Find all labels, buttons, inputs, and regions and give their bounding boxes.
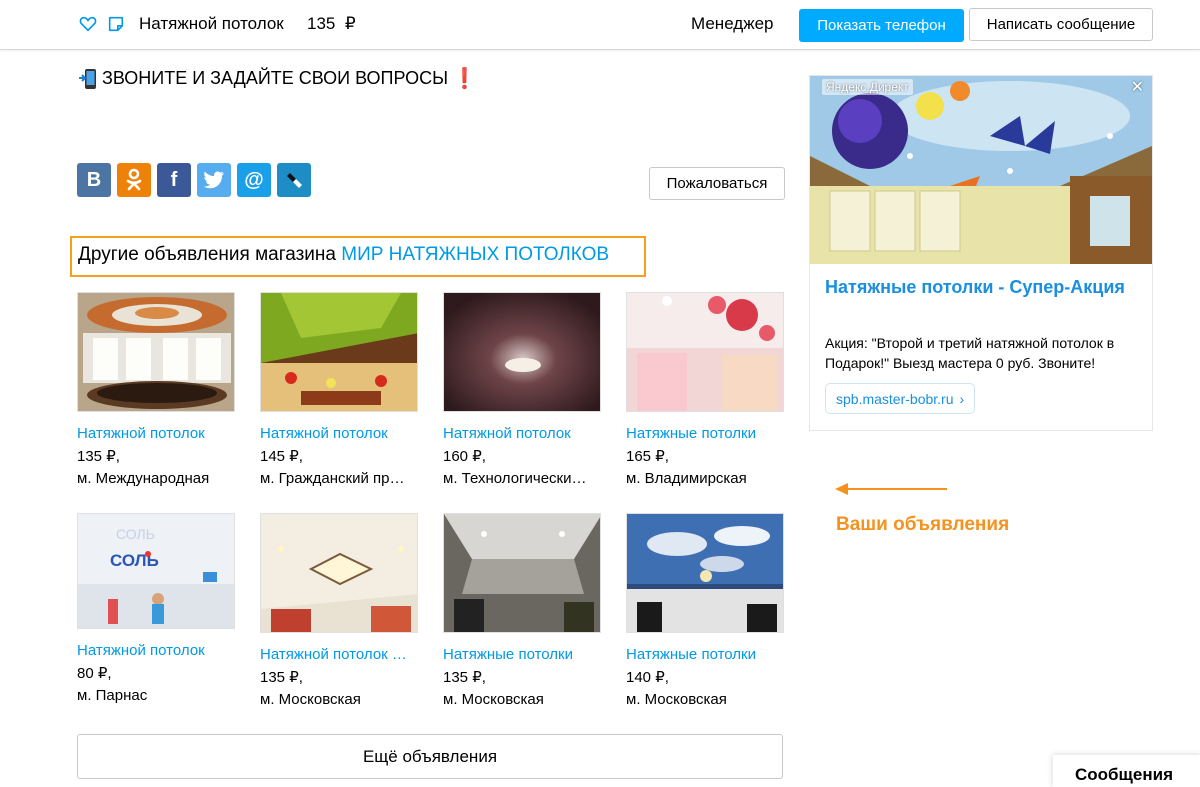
- exclamation-icon: ❗: [452, 68, 477, 90]
- listing-title-link[interactable]: Натяжной потолок …: [260, 646, 420, 663]
- more-listings-button[interactable]: Ещё объявления: [77, 734, 783, 779]
- listing-price: 160 ₽,: [443, 448, 486, 465]
- listing-title-link[interactable]: Натяжной потолок: [260, 425, 420, 442]
- price-value: 135: [307, 14, 336, 33]
- write-message-button[interactable]: Написать сообщение: [969, 8, 1153, 41]
- listing-price: 165 ₽,: [626, 448, 669, 465]
- listing-title: Натяжной потолок: [139, 14, 284, 33]
- complain-button[interactable]: Пожаловаться: [649, 167, 785, 200]
- listing-photo[interactable]: [77, 292, 235, 412]
- listing-card[interactable]: Натяжной потолок 145 ₽, м. Гражданский п…: [260, 292, 420, 487]
- price-currency: ₽: [344, 14, 356, 33]
- listing-photo[interactable]: [443, 513, 601, 633]
- heading-prefix: Другие объявления магазина: [78, 244, 336, 265]
- svg-text:СОЛЬ: СОЛЬ: [116, 526, 155, 542]
- listing-photo[interactable]: СОЛЬ СОЛЬ: [77, 513, 235, 629]
- listing-photo[interactable]: [260, 292, 418, 412]
- shop-link[interactable]: МИР НАТЯЖНЫХ ПОТОЛКОВ: [341, 244, 609, 265]
- svg-text:СОЛЬ: СОЛЬ: [110, 551, 159, 570]
- listing-photo[interactable]: [626, 513, 784, 633]
- listing-card[interactable]: Натяжные потолки 135 ₽, м. Московская: [443, 513, 603, 708]
- listing-title-link[interactable]: Натяжные потолки: [626, 425, 786, 442]
- listing-card[interactable]: Натяжные потолки 140 ₽, м. Московская: [626, 513, 786, 708]
- listing-metro: м. Технологически…: [443, 470, 587, 487]
- listing-metro: м. Международная: [77, 470, 210, 487]
- ad-text: Акция: "Второй и третий натяжной потолок…: [825, 335, 1115, 371]
- ad-domain-text: spb.master-bobr.ru: [836, 390, 954, 407]
- note-icon[interactable]: [107, 15, 125, 33]
- listing-price: 80 ₽,: [77, 665, 112, 682]
- listing-card[interactable]: Натяжной потолок 135 ₽, м. Международная: [77, 292, 237, 487]
- listing-card[interactable]: СОЛЬ СОЛЬ Натяжной потолок 80 ₽, м. Парн…: [77, 513, 237, 704]
- messages-tab[interactable]: Сообщения: [1053, 755, 1200, 787]
- ad-image[interactable]: Яндекс.Директ ✕: [810, 76, 1152, 264]
- listing-photo[interactable]: [260, 513, 418, 633]
- listing-metro: м. Парнас: [77, 687, 148, 704]
- yandex-direct-label[interactable]: Яндекс.Директ: [822, 79, 913, 95]
- share-buttons: В f @: [77, 163, 311, 197]
- other-listings-heading: Другие объявления магазина МИР НАТЯЖНЫХ …: [70, 236, 646, 277]
- listing-metro: м. Московская: [626, 691, 727, 708]
- listing-price: 135 ₽,: [260, 669, 303, 686]
- listing-title-link[interactable]: Натяжной потолок: [77, 642, 237, 659]
- show-phone-button[interactable]: Показать телефон: [799, 9, 964, 42]
- arrow-left-icon: [835, 483, 947, 495]
- mailru-icon[interactable]: @: [237, 163, 271, 197]
- listing-card[interactable]: Натяжной потолок … 135 ₽, м. Московская: [260, 513, 420, 708]
- listing-title-link[interactable]: Натяжной потолок: [443, 425, 603, 442]
- listing-price: 140 ₽,: [626, 669, 669, 686]
- twitter-icon[interactable]: [197, 163, 231, 197]
- ad-domain-link[interactable]: spb.master-bobr.ru ›: [825, 383, 976, 414]
- listing-price: 135 ₽,: [443, 669, 486, 686]
- mobile-phone-icon: [79, 68, 96, 89]
- description-text: ЗВОНИТЕ И ЗАДАЙТЕ СВОИ ВОПРОСЫ ❗: [78, 66, 477, 91]
- listing-title-link[interactable]: Натяжные потолки: [626, 646, 786, 663]
- listing-metro: м. Владимирская: [626, 470, 747, 487]
- annotation-label: Ваши объявления: [836, 514, 1010, 535]
- listing-card[interactable]: Натяжной потолок 160 ₽, м. Технологическ…: [443, 292, 603, 487]
- heart-icon[interactable]: [79, 15, 97, 33]
- listing-title-link[interactable]: Натяжной потолок: [77, 425, 237, 442]
- listing-metro: м. Московская: [260, 691, 361, 708]
- odnoklassniki-icon[interactable]: [117, 163, 151, 197]
- listing-card[interactable]: Натяжные потолки 165 ₽, м. Владимирская: [626, 292, 786, 487]
- listing-photo[interactable]: [443, 292, 601, 412]
- listing-photo[interactable]: [626, 292, 784, 412]
- ad-title[interactable]: Натяжные потолки - Супер-Акция: [825, 276, 1145, 299]
- listing-metro: м. Московская: [443, 691, 544, 708]
- seller-name[interactable]: Менеджер: [691, 14, 773, 34]
- listing-price: 145 ₽,: [260, 448, 303, 465]
- listing-price: 135 ₽: [307, 14, 356, 34]
- call-text: ЗВОНИТЕ И ЗАДАЙТЕ СВОИ ВОПРОСЫ: [102, 68, 449, 88]
- advertisement[interactable]: Яндекс.Директ ✕ Натяжные потолки - Супер…: [809, 75, 1153, 431]
- facebook-icon[interactable]: f: [157, 163, 191, 197]
- chevron-right-icon: ›: [959, 390, 965, 407]
- vk-icon[interactable]: В: [77, 163, 111, 197]
- listing-metro: м. Гражданский пр…: [260, 470, 405, 487]
- close-icon[interactable]: ✕: [1131, 77, 1144, 97]
- listing-title-link[interactable]: Натяжные потолки: [443, 646, 603, 663]
- listing-price: 135 ₽,: [77, 448, 120, 465]
- top-bar: Натяжной потолок 135 ₽ Менеджер Показать…: [0, 0, 1200, 50]
- livejournal-icon[interactable]: [277, 163, 311, 197]
